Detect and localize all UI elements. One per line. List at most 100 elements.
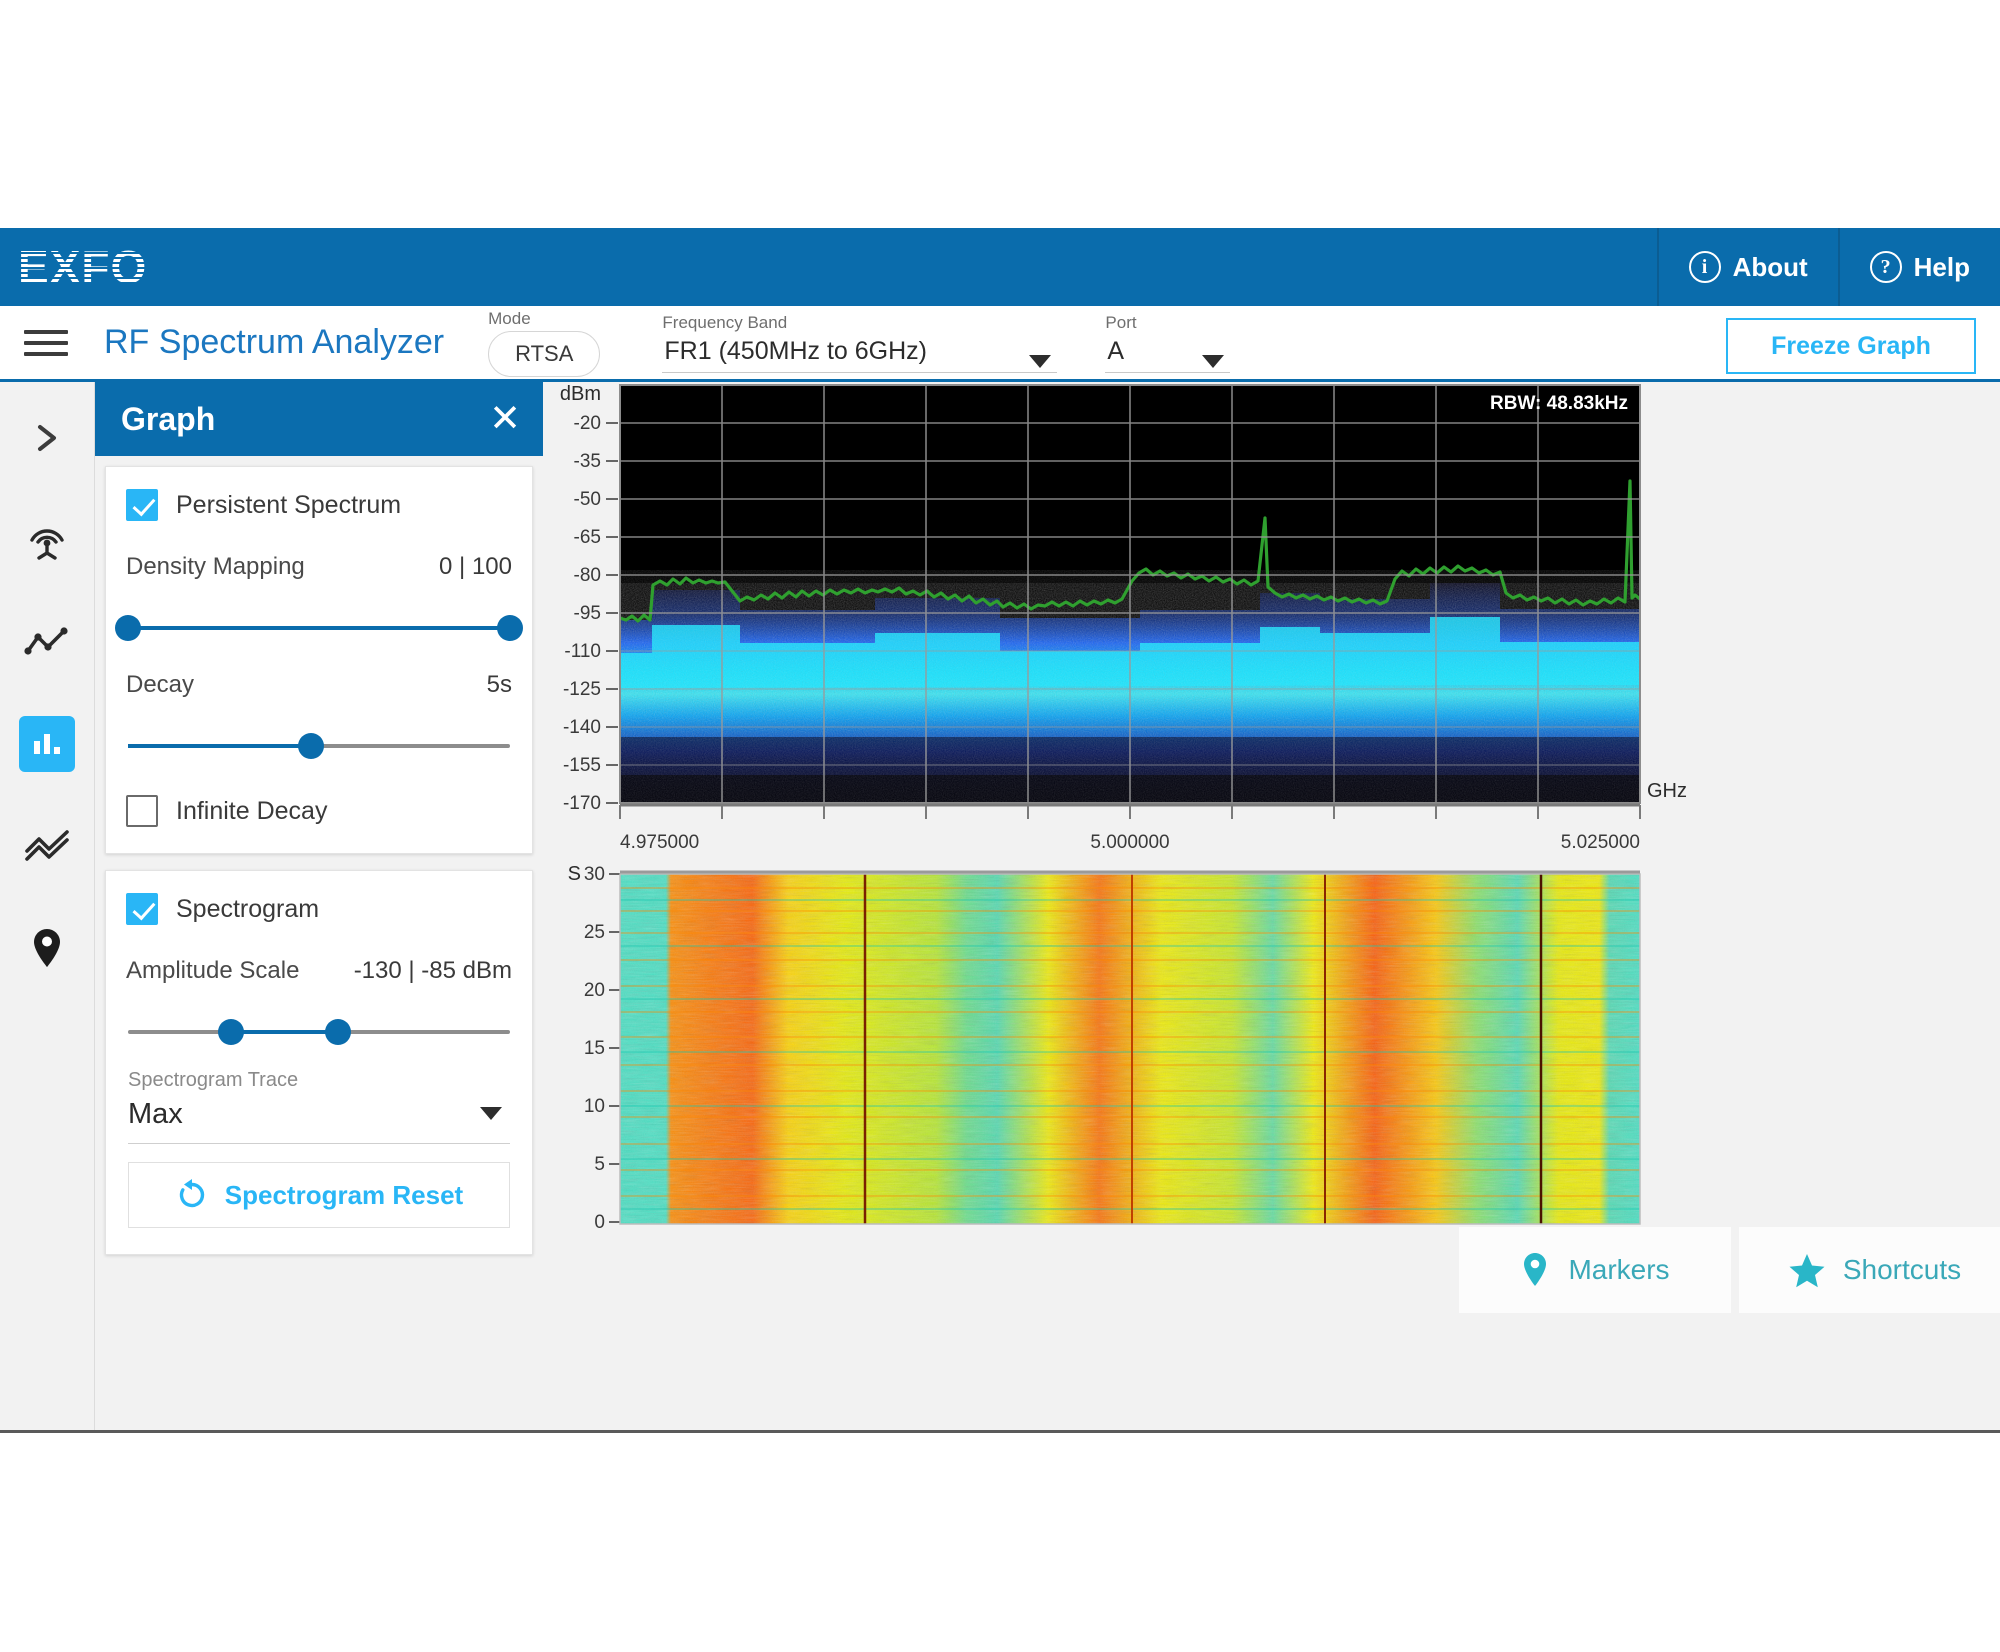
spectrum-x-tick-2: 5.025000	[1561, 832, 1640, 853]
mode-field: Mode RTSA	[488, 309, 600, 377]
mode-label: Mode	[488, 309, 600, 329]
svg-text:-140: -140	[563, 717, 601, 738]
about-button[interactable]: i About	[1657, 228, 1838, 306]
multi-line-icon[interactable]	[19, 818, 75, 874]
decay-label: Decay	[126, 671, 194, 699]
svg-text:-125: -125	[563, 679, 601, 700]
spectrogram-chart: S 30 25 20 15 10 5 0	[568, 863, 1640, 1233]
question-circle-icon: ?	[1870, 251, 1902, 283]
density-mapping-row: Density Mapping 0 | 100	[126, 553, 512, 581]
density-mapping-slider[interactable]	[128, 611, 510, 645]
svg-text:-65: -65	[574, 527, 601, 548]
refresh-ccw-icon	[175, 1178, 209, 1212]
antenna-icon[interactable]	[19, 512, 75, 568]
field-underline	[128, 1143, 510, 1144]
trend-line-icon[interactable]	[19, 614, 75, 670]
help-label: Help	[1914, 252, 1970, 283]
spectrogram-card: Spectrogram Amplitude Scale -130 | -85 d…	[105, 870, 533, 1255]
spectrogram-heatmap	[620, 874, 1640, 1224]
infinite-decay-label: Infinite Decay	[176, 797, 327, 826]
toolbar: RF Spectrum Analyzer Mode RTSA Frequency…	[0, 306, 2000, 382]
svg-text:-80: -80	[574, 565, 601, 586]
port-field: Port A	[1105, 313, 1230, 373]
persistent-spectrum-card: Persistent Spectrum Density Mapping 0 | …	[105, 466, 533, 854]
spectrogram-y-unit: S	[568, 863, 581, 885]
slider-handle-max[interactable]	[497, 615, 523, 641]
svg-text:-95: -95	[574, 603, 601, 624]
slider-handle-min[interactable]	[115, 615, 141, 641]
body-area: Graph ✕ Persistent Spectrum Density Mapp…	[0, 382, 2000, 1430]
chevron-down-icon[interactable]	[1029, 355, 1051, 368]
brand-bar: EXFO i About ? Help	[0, 228, 2000, 306]
spectrum-x-unit: GHz	[1647, 780, 1687, 802]
slider-fill	[128, 744, 311, 748]
density-mapping-value: 0 | 100	[439, 553, 512, 581]
freeze-graph-button[interactable]: Freeze Graph	[1726, 318, 1976, 374]
icon-rail	[0, 382, 95, 1430]
expand-chevron-icon[interactable]	[19, 410, 75, 466]
rf-spectrum-analyzer-app: EXFO i About ? Help RF Spectrum Analyzer…	[0, 228, 2000, 1433]
about-label: About	[1733, 252, 1808, 283]
graph-panel-title: Graph	[121, 401, 215, 438]
location-pin-icon[interactable]	[19, 920, 75, 976]
density-mapping-label: Density Mapping	[126, 553, 305, 581]
slider-handle-min[interactable]	[218, 1019, 244, 1045]
mode-value-button[interactable]: RTSA	[488, 331, 600, 377]
spectrogram-reset-button[interactable]: Spectrogram Reset	[128, 1162, 510, 1228]
help-button[interactable]: ? Help	[1838, 228, 2000, 306]
frequency-band-label: Frequency Band	[662, 313, 1057, 333]
spectrogram-trace-label: Spectrogram Trace	[128, 1069, 510, 1092]
page-title: RF Spectrum Analyzer	[104, 323, 444, 362]
svg-text:0: 0	[594, 1212, 605, 1233]
svg-text:-20: -20	[574, 413, 601, 434]
frequency-band-value[interactable]: FR1 (450MHz to 6GHz)	[662, 335, 1057, 373]
svg-text:15: 15	[584, 1038, 605, 1059]
decay-slider[interactable]	[128, 729, 510, 763]
hamburger-menu-icon[interactable]	[24, 330, 68, 356]
spectrogram-trace-value[interactable]: Max	[128, 1092, 510, 1143]
spectrogram-checkbox[interactable]	[126, 893, 158, 925]
slider-handle[interactable]	[298, 733, 324, 759]
graph-panel: Graph ✕ Persistent Spectrum Density Mapp…	[95, 382, 543, 1430]
slider-fill	[231, 1030, 338, 1034]
svg-text:20: 20	[584, 980, 605, 1001]
spectrum-y-ticks: -20 -35 -50 -65 -80 -95 -110 -125 -140 -…	[563, 413, 601, 814]
overlay-buttons: Markers Shortcuts	[1459, 1227, 2000, 1313]
slider-fill	[128, 626, 510, 630]
markers-button[interactable]: Markers	[1459, 1227, 1731, 1313]
spectrogram-y-ticks: 30 25 20 15 10 5 0	[584, 864, 605, 1233]
shortcuts-label: Shortcuts	[1843, 1254, 1961, 1286]
spectrogram-trace-field[interactable]: Spectrogram Trace Max	[126, 1055, 512, 1144]
svg-text:-170: -170	[563, 793, 601, 814]
location-pin-icon	[1520, 1251, 1550, 1289]
persistent-spectrum-checkbox[interactable]	[126, 489, 158, 521]
bar-chart-icon[interactable]	[19, 716, 75, 772]
rbw-annotation: RBW: 48.83kHz	[1490, 393, 1628, 414]
svg-text:30: 30	[584, 864, 605, 885]
chevron-down-icon[interactable]	[480, 1107, 502, 1120]
spectrum-y-unit: dBm	[560, 383, 601, 405]
decay-row: Decay 5s	[126, 671, 512, 699]
svg-text:-50: -50	[574, 489, 601, 510]
amplitude-scale-label: Amplitude Scale	[126, 957, 299, 985]
svg-text:-110: -110	[564, 641, 601, 662]
persistent-spectrum-chart: dBm -20 -35 -50 -65 -80 -95 -110 -125 -1…	[560, 383, 1687, 853]
infinite-decay-row[interactable]: Infinite Decay	[126, 795, 512, 827]
svg-text:25: 25	[584, 922, 605, 943]
spectrogram-checkbox-row[interactable]: Spectrogram	[126, 893, 512, 925]
info-circle-icon: i	[1689, 251, 1721, 283]
close-icon[interactable]: ✕	[489, 400, 521, 438]
infinite-decay-checkbox[interactable]	[126, 795, 158, 827]
spectrum-x-tick-0: 4.975000	[620, 832, 699, 853]
slider-handle-max[interactable]	[325, 1019, 351, 1045]
shortcuts-button[interactable]: Shortcuts	[1739, 1227, 2000, 1313]
graph-panel-header: Graph ✕	[95, 382, 543, 456]
exfo-logo: EXFO	[18, 244, 147, 290]
chevron-down-icon[interactable]	[1202, 355, 1224, 368]
svg-text:-155: -155	[563, 755, 601, 776]
star-icon	[1789, 1253, 1825, 1288]
amplitude-scale-value: -130 | -85 dBm	[354, 957, 512, 985]
port-label: Port	[1105, 313, 1230, 333]
persistent-spectrum-checkbox-row[interactable]: Persistent Spectrum	[126, 489, 512, 521]
amplitude-scale-slider[interactable]	[128, 1015, 510, 1049]
